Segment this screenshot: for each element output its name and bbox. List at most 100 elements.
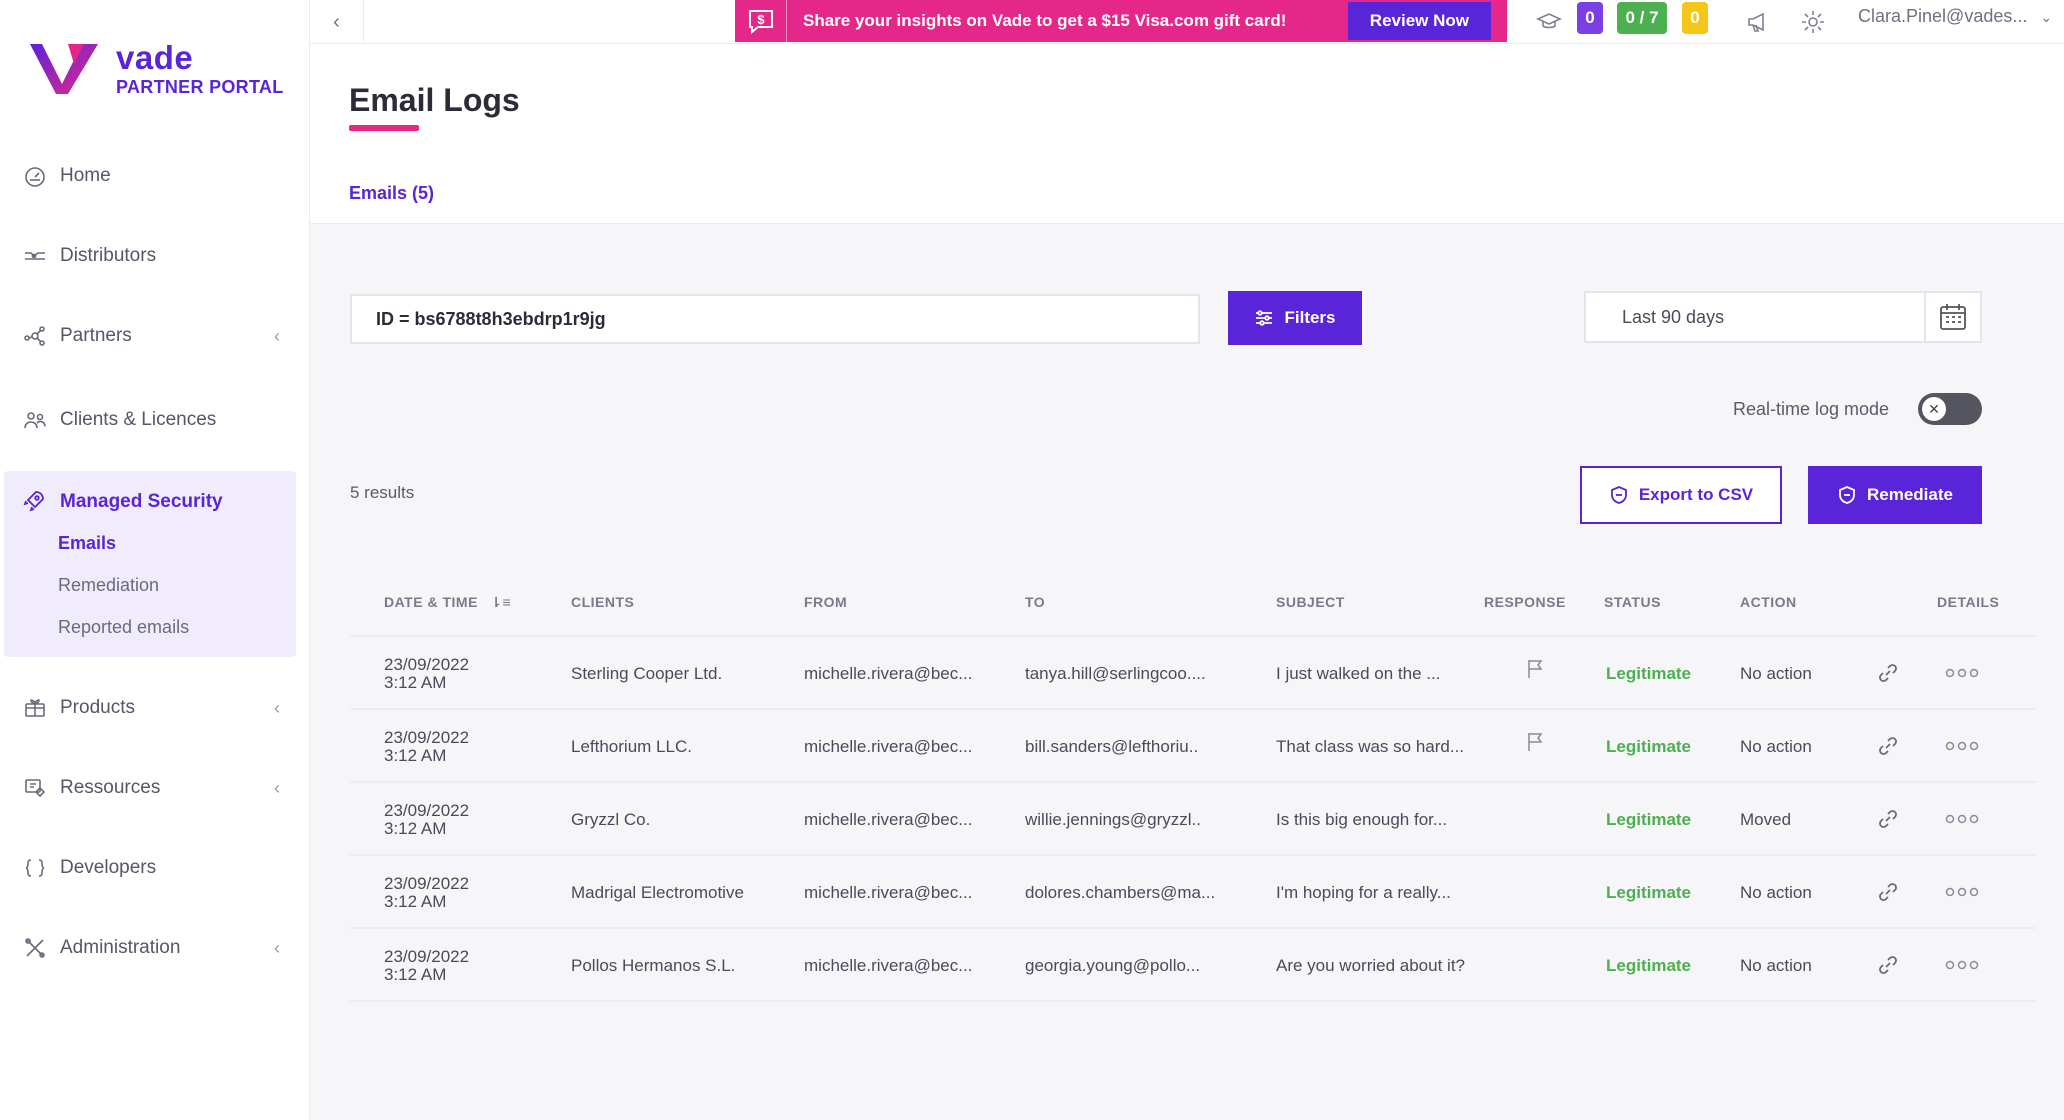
- row-datetime: 23/09/2022 3:12 AM: [384, 656, 469, 692]
- top-bar: ‹ $ Share your insights on Vade to get a…: [310, 0, 2064, 44]
- review-now-button[interactable]: Review Now: [1347, 2, 1491, 40]
- column-header-subject: SUBJECT: [1276, 594, 1345, 610]
- row-time: 3:12 AM: [384, 965, 447, 984]
- row-to: willie.jennings@gryzzl..: [1025, 810, 1201, 829]
- export-csv-button[interactable]: Export to CSV: [1580, 466, 1782, 524]
- sidebar-subitem-remediation[interactable]: Remediation: [58, 575, 159, 596]
- more-options-icon[interactable]: [1942, 805, 1982, 833]
- row-date: 23/09/2022: [384, 656, 470, 674]
- search-input[interactable]: [350, 294, 1200, 344]
- row-action: No action: [1740, 664, 1812, 683]
- remediate-button[interactable]: Remediate: [1808, 466, 1982, 524]
- column-header-date-time[interactable]: DATE & TIME ⇂≡: [384, 594, 511, 611]
- filters-button[interactable]: Filters: [1228, 291, 1362, 345]
- row-subject: That class was so hard...: [1276, 737, 1465, 756]
- promo-text: Share your insights on Vade to get a $15…: [803, 11, 1287, 30]
- row-client: Gryzzl Co.: [571, 810, 651, 829]
- row-client: Pollos Hermanos S.L.: [571, 956, 736, 975]
- user-email: Clara.Pinel@vades...: [1858, 6, 2028, 26]
- link-icon[interactable]: [1874, 732, 1902, 760]
- sidebar-item-partners[interactable]: Partners ‹: [0, 316, 310, 356]
- sidebar-item-distributors[interactable]: Distributors: [0, 236, 310, 276]
- row-date: 23/09/2022: [384, 948, 470, 966]
- row-from: michelle.rivera@bec...: [804, 810, 973, 829]
- sidebar-item-label: Developers: [60, 857, 157, 878]
- more-options-icon[interactable]: [1942, 951, 1982, 979]
- sidebar-subitem-emails[interactable]: Emails: [58, 533, 116, 554]
- shield-icon: [1610, 486, 1627, 504]
- table-row[interactable]: 23/09/2022 3:12 AM Lefthorium LLC. michelle…: [350, 710, 2036, 783]
- user-menu[interactable]: Clara.Pinel@vades... ⌄: [1858, 6, 2052, 27]
- results-count: 5 results: [350, 483, 415, 502]
- row-client: Madrigal Electromotive: [571, 883, 744, 902]
- row-date: 23/09/2022: [384, 875, 470, 893]
- title-underline: [349, 125, 419, 131]
- calendar-icon: [1940, 304, 1966, 330]
- page-title: Email Logs: [349, 82, 520, 118]
- column-header-response: RESPONSE: [1484, 594, 1566, 610]
- row-datetime: 23/09/2022 3:12 AM: [384, 802, 469, 838]
- table-row[interactable]: 23/09/2022 3:12 AM Pollos Hermanos S.L. mic…: [350, 929, 2036, 1002]
- more-options-icon[interactable]: [1942, 659, 1982, 687]
- purple-count-badge[interactable]: 0: [1577, 2, 1603, 34]
- sidebar-item-managed-security[interactable]: Managed Security: [22, 489, 223, 515]
- brand-name: vade: [116, 38, 194, 76]
- sidebar-subitem-reported-emails[interactable]: Reported emails: [58, 617, 189, 638]
- link-icon[interactable]: [1874, 659, 1902, 687]
- distributors-icon: [22, 243, 48, 269]
- row-client: Lefthorium LLC.: [571, 737, 692, 756]
- realtime-log-toggle[interactable]: ✕: [1918, 393, 1982, 425]
- link-icon[interactable]: [1874, 805, 1902, 833]
- row-from: michelle.rivera@bec...: [804, 664, 973, 683]
- sidebar-item-label: Partners: [60, 325, 132, 346]
- sidebar-item-administration[interactable]: Administration ‹: [0, 928, 310, 968]
- vade-logo[interactable]: vade PARTNER PORTAL: [28, 38, 284, 98]
- more-options-icon[interactable]: [1942, 732, 1982, 760]
- row-to: dolores.chambers@ma...: [1025, 883, 1216, 902]
- remediate-label: Remediate: [1867, 485, 1953, 504]
- calendar-button[interactable]: [1924, 293, 1980, 341]
- row-to: bill.sanders@lefthoriu..: [1025, 737, 1199, 756]
- link-icon[interactable]: [1874, 951, 1902, 979]
- yellow-count-badge[interactable]: 0: [1682, 2, 1708, 34]
- partners-icon: [22, 323, 48, 349]
- sliders-icon: [1256, 310, 1273, 326]
- table-row[interactable]: 23/09/2022 3:12 AM Gryzzl Co. michelle.rive…: [350, 783, 2036, 856]
- sidebar-item-home[interactable]: Home: [0, 156, 310, 196]
- sidebar-item-clients-licences[interactable]: Clients & Licences: [0, 400, 310, 440]
- link-icon[interactable]: [1874, 878, 1902, 906]
- row-time: 3:12 AM: [384, 892, 447, 911]
- flag-icon[interactable]: [1522, 728, 1550, 756]
- green-progress-badge[interactable]: 0 / 7: [1617, 2, 1667, 34]
- tab-emails[interactable]: Emails (5): [349, 183, 434, 204]
- sidebar-item-developers[interactable]: Developers: [0, 848, 310, 888]
- managed-security-group: Managed Security Emails Remediation Repo…: [4, 471, 296, 657]
- date-range-picker[interactable]: Last 90 days: [1584, 291, 1982, 343]
- megaphone-icon[interactable]: [1746, 9, 1772, 35]
- row-time: 3:12 AM: [384, 819, 447, 838]
- sidebar-item-products[interactable]: Products ‹: [0, 688, 310, 728]
- code-brackets-icon: [22, 855, 48, 881]
- flag-icon[interactable]: [1522, 655, 1550, 683]
- column-header-status: STATUS: [1604, 594, 1661, 610]
- table-row[interactable]: 23/09/2022 3:12 AM Sterling Cooper Ltd. mic…: [350, 637, 2036, 710]
- row-action: No action: [1740, 737, 1812, 756]
- close-icon: ✕: [1922, 397, 1946, 421]
- more-options-icon[interactable]: [1942, 878, 1982, 906]
- sidebar-item-label: Home: [60, 165, 111, 186]
- realtime-log-label: Real-time log mode: [1733, 399, 1890, 419]
- column-header-clients: CLIENTS: [571, 594, 635, 610]
- row-time: 3:12 AM: [384, 746, 447, 765]
- row-status: Legitimate: [1606, 956, 1692, 975]
- table-row[interactable]: 23/09/2022 3:12 AM Madrigal Electromotive m…: [350, 856, 2036, 929]
- gear-icon[interactable]: [1800, 9, 1826, 35]
- collapse-sidebar-button[interactable]: ‹: [310, 0, 364, 44]
- row-subject: Is this big enough for...: [1276, 810, 1448, 829]
- sidebar-item-label: Distributors: [60, 245, 157, 266]
- row-client: Sterling Cooper Ltd.: [571, 664, 723, 683]
- graduation-cap-icon[interactable]: [1536, 9, 1562, 35]
- sidebar-item-ressources[interactable]: Ressources ‹: [0, 768, 310, 808]
- row-time: 3:12 AM: [384, 673, 447, 692]
- promo-banner: $ Share your insights on Vade to get a $…: [735, 0, 1507, 42]
- resources-icon: [22, 775, 48, 801]
